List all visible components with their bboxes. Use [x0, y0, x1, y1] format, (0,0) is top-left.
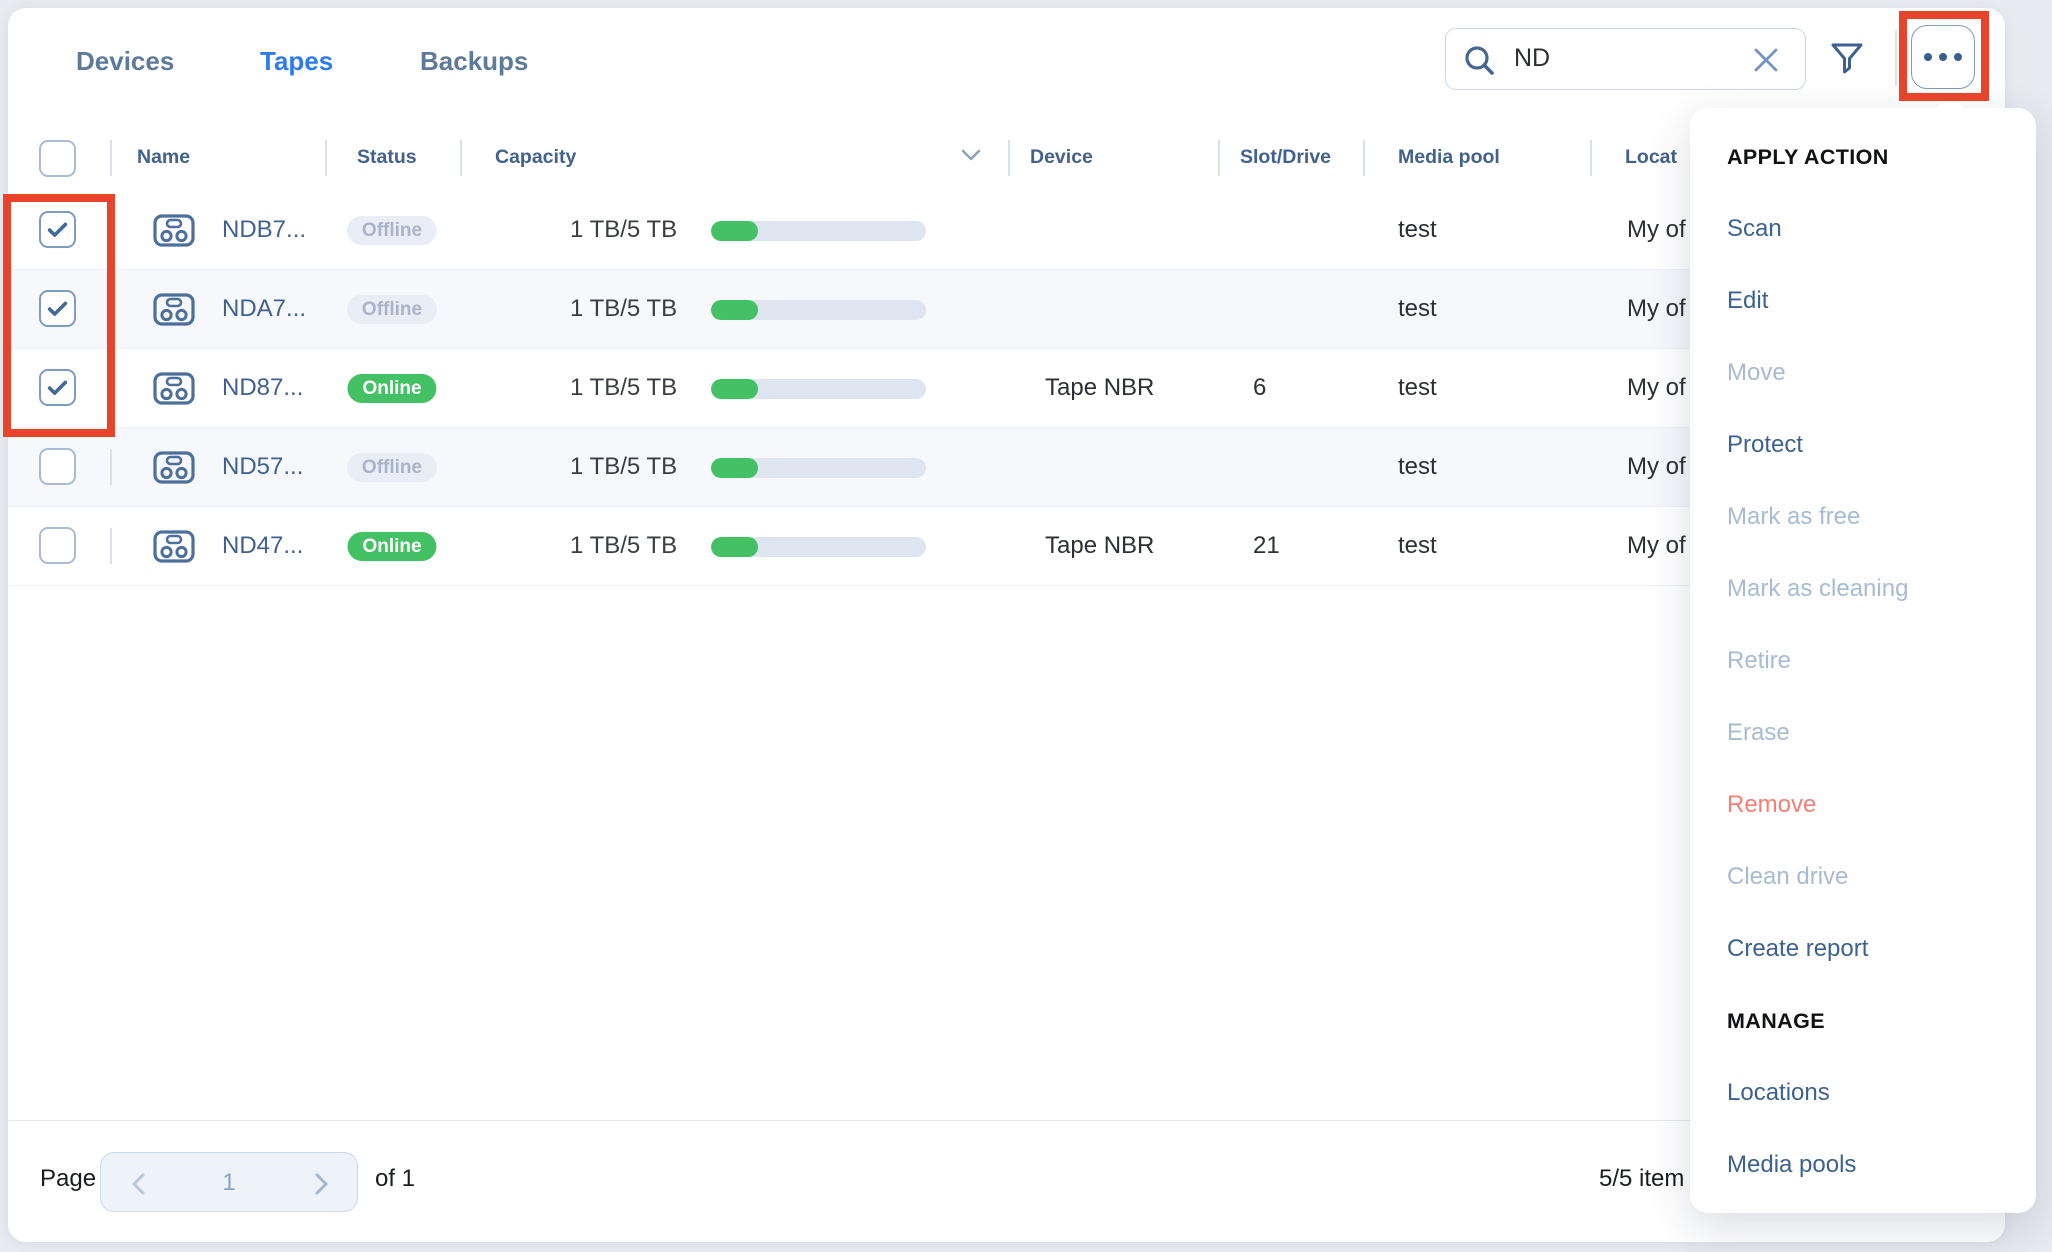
status-badge: Online [347, 532, 436, 561]
sort-chevron-down-icon[interactable] [960, 148, 982, 162]
menu-item-mark-as-free: Mark as free [1690, 481, 2036, 553]
menu-item-clean-drive: Clean drive [1690, 841, 2036, 913]
slot-drive-value: 6 [1253, 374, 1266, 402]
location-value: My of [1627, 532, 1686, 560]
menu-section-header: MANAGE [1690, 985, 2036, 1057]
column-divider [110, 528, 112, 564]
column-divider [1363, 140, 1365, 176]
capacity-progress-bar [711, 221, 926, 241]
next-page-icon[interactable] [311, 1171, 331, 1197]
slot-drive-value: 21 [1253, 532, 1280, 560]
column-divider [110, 140, 112, 176]
menu-item-edit[interactable]: Edit [1690, 265, 2036, 337]
menu-item-retire: Retire [1690, 625, 2036, 697]
status-badge: Offline [347, 295, 437, 324]
tab-tapes[interactable]: Tapes [260, 44, 333, 78]
column-divider [1218, 140, 1220, 176]
tape-name[interactable]: NDB7... [222, 216, 306, 244]
tape-icon [152, 370, 196, 412]
media-pool-value: test [1398, 453, 1437, 481]
capacity-progress-bar [711, 537, 926, 557]
tape-name[interactable]: NDA7... [222, 295, 306, 323]
capacity-value: 1 TB/5 TB [570, 216, 677, 244]
highlight-more-button-rect [1899, 11, 1989, 101]
column-divider [1590, 140, 1592, 176]
row-checkbox[interactable] [39, 448, 76, 485]
device-value: Tape NBR [1045, 532, 1154, 560]
menu-section-header: APPLY ACTION [1690, 121, 2036, 193]
tape-icon [152, 291, 196, 333]
column-header-location[interactable]: Locat [1625, 146, 1677, 169]
capacity-value: 1 TB/5 TB [570, 453, 677, 481]
media-pool-value: test [1398, 532, 1437, 560]
column-header-name[interactable]: Name [137, 146, 190, 169]
tab-backups[interactable]: Backups [420, 44, 528, 78]
status-badge: Offline [347, 216, 437, 245]
menu-item-remove[interactable]: Remove [1690, 769, 2036, 841]
tape-name[interactable]: ND57... [222, 453, 303, 481]
device-value: Tape NBR [1045, 374, 1154, 402]
column-header-status[interactable]: Status [357, 146, 417, 169]
column-divider [325, 140, 327, 176]
actions-dropdown-menu: APPLY ACTIONScanEditMoveProtectMark as f… [1690, 108, 2036, 1213]
column-header-device[interactable]: Device [1030, 146, 1093, 169]
tape-icon [152, 449, 196, 491]
highlight-checkboxes-rect [3, 194, 115, 437]
location-value: My of [1627, 374, 1686, 402]
menu-item-mark-as-cleaning: Mark as cleaning [1690, 553, 2036, 625]
search-box [1445, 28, 1806, 90]
items-count: 5/5 item [1599, 1165, 1684, 1193]
page-label: Page [40, 1165, 96, 1193]
capacity-value: 1 TB/5 TB [570, 532, 677, 560]
search-input[interactable] [1512, 29, 1732, 87]
capacity-progress-bar [711, 379, 926, 399]
column-header-slot-drive[interactable]: Slot/Drive [1240, 146, 1331, 169]
select-all-checkbox[interactable] [39, 140, 76, 177]
column-divider [1008, 140, 1010, 176]
capacity-progress-bar [711, 458, 926, 478]
menu-item-erase: Erase [1690, 697, 2036, 769]
pagination-control: 1 [100, 1152, 358, 1212]
menu-item-move: Move [1690, 337, 2036, 409]
media-pool-value: test [1398, 216, 1437, 244]
column-header-media-pool[interactable]: Media pool [1398, 146, 1500, 169]
capacity-value: 1 TB/5 TB [570, 374, 677, 402]
location-value: My of [1627, 453, 1686, 481]
menu-item-locations[interactable]: Locations [1690, 1057, 2036, 1129]
tape-name[interactable]: ND47... [222, 532, 303, 560]
media-pool-value: test [1398, 374, 1437, 402]
tab-devices[interactable]: Devices [76, 44, 174, 78]
menu-item-create-report[interactable]: Create report [1690, 913, 2036, 985]
status-badge: Offline [347, 453, 437, 482]
column-header-capacity[interactable]: Capacity [495, 146, 576, 169]
tapes-page: Devices Tapes Backups Name Status Capaci… [0, 0, 2052, 1252]
row-checkbox[interactable] [39, 527, 76, 564]
page-of-label: of 1 [375, 1165, 415, 1193]
menu-item-media-pools[interactable]: Media pools [1690, 1129, 2036, 1201]
location-value: My of [1627, 295, 1686, 323]
filter-icon[interactable] [1828, 39, 1866, 77]
tape-name[interactable]: ND87... [222, 374, 303, 402]
media-pool-value: test [1398, 295, 1437, 323]
tape-icon [152, 212, 196, 254]
menu-item-scan[interactable]: Scan [1690, 193, 2036, 265]
column-divider [110, 449, 112, 485]
location-value: My of [1627, 216, 1686, 244]
search-icon [1461, 42, 1499, 80]
clear-search-icon[interactable] [1751, 45, 1781, 75]
status-badge: Online [347, 374, 436, 403]
column-divider [460, 140, 462, 176]
tape-icon [152, 528, 196, 570]
capacity-progress-bar [711, 300, 926, 320]
menu-item-protect[interactable]: Protect [1690, 409, 2036, 481]
capacity-value: 1 TB/5 TB [570, 295, 677, 323]
toolbar-divider [1895, 30, 1897, 86]
